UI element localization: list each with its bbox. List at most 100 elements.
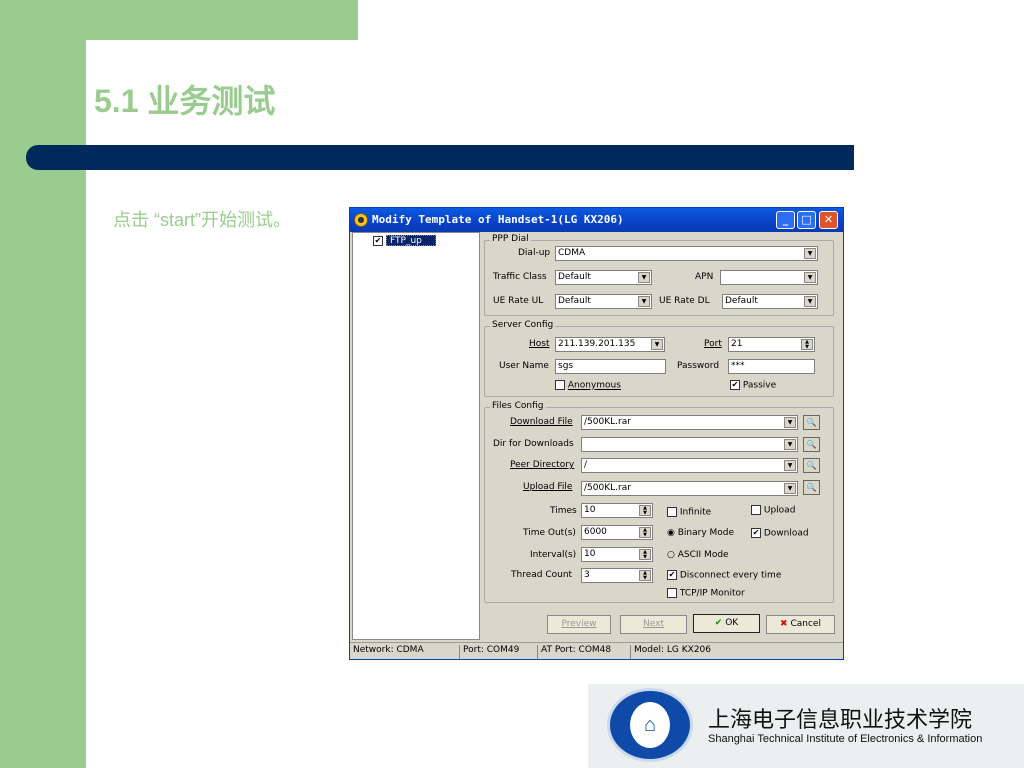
spinner-arrows-icon[interactable]: ▲ ▼ [639,549,651,560]
files-config-group: Files Config Download File /500KL.rar ▼ 🔍… [484,401,834,603]
preview-button[interactable]: Preview [547,615,611,634]
password-input[interactable]: *** [728,359,815,374]
ue-rate-ul-label: UE Rate UL [493,296,544,306]
close-button[interactable]: ✕ [819,211,838,229]
host-select[interactable]: 211.139.201.135 ▼ [555,337,665,352]
timeout-spinner[interactable]: 6000 ▲ ▼ [581,525,653,540]
spinner-arrows-icon[interactable]: ▲ ▼ [639,527,651,538]
tree-item-checkbox[interactable]: ✔ [373,235,383,246]
timeout-label: Time Out(s) [523,528,576,538]
binary-mode-radio[interactable]: ◉ Binary Mode [667,528,734,538]
next-button[interactable]: Next [620,615,687,634]
minimize-button[interactable]: _ [776,211,795,229]
instruction-text: 点击 “start”开始测试。 [113,210,291,230]
top-green-band [86,0,358,40]
upload-checkbox[interactable]: Upload [751,505,795,516]
content-corner [86,40,358,80]
anonymous-checkbox[interactable]: Anonymous [555,380,621,391]
upload-file-select[interactable]: /500KL.rar ▼ [581,481,798,496]
thread-count-label: Thread Count [511,570,573,580]
server-config-group: Server Config Host 211.139.201.135 ▼ Port… [484,320,834,397]
username-label: User Name [499,361,549,371]
server-config-group-label: Server Config [490,320,556,330]
ok-button[interactable]: ✔ OK [693,614,760,633]
radio-selected-icon: ◉ [667,528,675,538]
ue-rate-ul-select[interactable]: Default ▼ [555,294,652,309]
browse-dir-icon[interactable]: 🔍 [803,437,820,452]
port-spinner[interactable]: 21 ▲ ▼ [728,337,815,352]
chevron-down-icon[interactable]: ▼ [784,417,796,428]
chevron-down-icon[interactable]: ▼ [651,339,663,350]
chevron-down-icon[interactable]: ▼ [638,272,650,283]
chevron-down-icon[interactable]: ▼ [784,439,796,450]
app-icon: ● [354,213,368,227]
spinner-arrows-icon[interactable]: ▲ ▼ [639,570,651,581]
status-bar: Network: CDMA Port: COM49 AT Port: COM48… [350,642,843,659]
chevron-down-icon[interactable]: ▼ [804,296,816,307]
dialup-select[interactable]: CDMA ▼ [555,246,818,261]
ue-rate-dl-label: UE Rate DL [659,296,710,306]
institute-emblem-icon: ⌂ [630,702,670,748]
chevron-down-icon[interactable]: ▼ [804,248,816,259]
dialup-label: Dial-up [518,248,551,258]
ue-rate-dl-select[interactable]: Default ▼ [722,294,818,309]
ppp-dial-group: PPP Dial Dial-up CDMA ▼ Traffic Class Def… [484,234,834,316]
dir-downloads-label: Dir for Downloads [493,439,574,449]
download-file-label: Download File [510,417,573,427]
slide-title: 5.1 业务测试 [94,83,276,119]
port-label: Port [704,339,722,349]
chevron-down-icon[interactable]: ▼ [784,483,796,494]
browse-peer-icon[interactable]: 🔍 [803,458,820,473]
ascii-mode-radio[interactable]: ○ ASCII Mode [667,550,729,560]
tree-item-ftp-up[interactable]: ✔ FTP_up [373,235,436,247]
times-spinner[interactable]: 10 ▲ ▼ [581,503,653,518]
browse-upload-icon[interactable]: 🔍 [803,480,820,495]
peer-directory-select[interactable]: / ▼ [581,458,798,473]
times-label: Times [550,506,577,516]
passive-checkbox[interactable]: ✔ Passive [730,380,776,391]
ppp-dial-group-label: PPP Dial [490,234,531,244]
infinite-checkbox[interactable]: Infinite [667,507,711,518]
cross-icon: ✖ [780,619,788,629]
host-label: Host [529,339,550,349]
modify-template-dialog: ● Modify Template of Handset-1(LG KX206)… [349,207,844,660]
dialog-title: Modify Template of Handset-1(LG KX206) [372,213,624,226]
status-port: Port: COM49 [460,645,538,659]
traffic-class-label: Traffic Class [493,272,547,282]
password-label: Password [677,361,720,371]
disconnect-checkbox[interactable]: ✔ Disconnect every time [667,570,781,581]
tcpip-monitor-checkbox[interactable]: TCP/IP Monitor [667,588,745,599]
chevron-down-icon[interactable]: ▼ [638,296,650,307]
peer-directory-label: Peer Directory [510,460,575,470]
spinner-arrows-icon[interactable]: ▲ ▼ [801,339,813,350]
institute-name-en: Shanghai Technical Institute of Electron… [708,733,983,745]
interval-label: Interval(s) [530,550,577,560]
dialog-titlebar[interactable]: ● Modify Template of Handset-1(LG KX206)… [350,208,843,232]
institute-name-cn: 上海电子信息职业技术学院 [708,708,973,733]
interval-spinner[interactable]: 10 ▲ ▼ [581,547,653,562]
download-checkbox[interactable]: ✔ Download [751,528,809,539]
status-network: Network: CDMA [350,645,460,659]
browse-download-icon[interactable]: 🔍 [803,415,820,430]
thread-count-spinner[interactable]: 3 ▲ ▼ [581,568,653,583]
files-config-group-label: Files Config [490,401,546,411]
username-input[interactable]: sgs [555,359,666,374]
tree-item-label: FTP_up [386,235,436,246]
radio-empty-icon: ○ [667,550,675,560]
apn-label: APN [695,272,714,282]
upload-file-label: Upload File [523,482,573,492]
title-underline-bar [26,145,854,170]
cancel-button[interactable]: ✖ Cancel [766,615,835,634]
download-file-select[interactable]: /500KL.rar ▼ [581,415,798,430]
chevron-down-icon[interactable]: ▼ [804,272,816,283]
maximize-button[interactable]: □ [797,211,816,229]
dir-downloads-select[interactable]: ▼ [581,437,798,452]
spinner-arrows-icon[interactable]: ▲ ▼ [639,505,651,516]
template-tree: ✔ FTP_up [352,232,480,640]
apn-select[interactable]: ▼ [720,270,818,285]
checkmark-icon: ✔ [714,618,723,628]
left-green-band [0,0,86,768]
chevron-down-icon[interactable]: ▼ [784,460,796,471]
traffic-class-select[interactable]: Default ▼ [555,270,652,285]
status-at-port: AT Port: COM48 [538,645,631,659]
